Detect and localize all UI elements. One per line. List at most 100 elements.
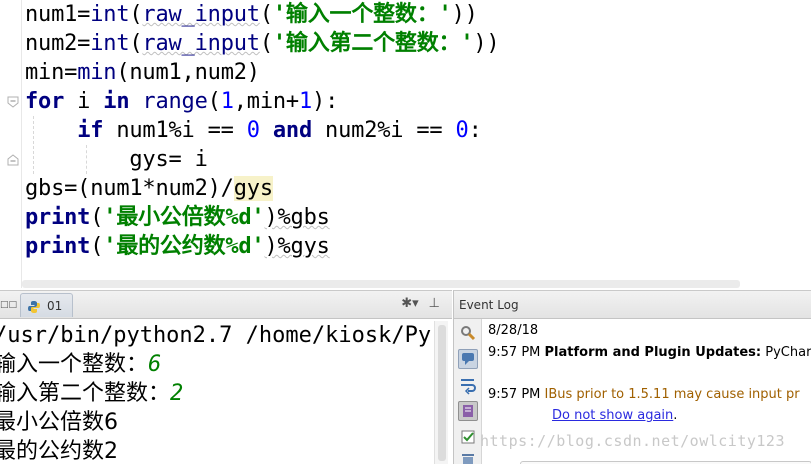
code-token: ): bbox=[312, 89, 339, 114]
code-token: 0 bbox=[246, 118, 260, 143]
code-token: i bbox=[64, 89, 104, 114]
run-tab-01[interactable]: 01 bbox=[20, 293, 74, 317]
code-editor[interactable]: num1=int(raw_input('输入一个整数：')) num2=int(r… bbox=[0, 0, 811, 288]
console-vertical-scrollbar[interactable] bbox=[434, 321, 448, 464]
code-token: if bbox=[77, 118, 104, 143]
mark-read-icon[interactable] bbox=[458, 427, 478, 447]
event-time: 9:57 PM bbox=[488, 387, 541, 402]
layout-icon[interactable]: □□ bbox=[0, 300, 17, 310]
code-token: num1= bbox=[25, 2, 91, 27]
code-token: )) bbox=[473, 31, 500, 56]
console-prompt: 输入一个整数： bbox=[0, 352, 149, 377]
code-token: '最的公约数%d' bbox=[103, 234, 265, 259]
settings-wrench-icon[interactable] bbox=[458, 323, 478, 343]
event-log-header: Event Log bbox=[454, 291, 811, 319]
code-token: print bbox=[25, 205, 91, 230]
event-log-toolbar bbox=[454, 319, 482, 464]
do-not-show-again-link[interactable]: Do not show again bbox=[552, 408, 673, 423]
console-user-input: 6 bbox=[148, 352, 162, 377]
speech-bubble-icon[interactable] bbox=[458, 349, 478, 369]
code-token: num2= bbox=[25, 31, 91, 56]
code-line[interactable]: num2=int(raw_input('输入第二个整数：')) bbox=[25, 29, 811, 58]
code-line[interactable]: num1=int(raw_input('输入一个整数：')) bbox=[25, 0, 811, 29]
event-title-text: Platform and Plugin Updates: bbox=[544, 345, 762, 360]
editor-gutter bbox=[0, 0, 22, 288]
code-token: '输入一个整数：' bbox=[272, 2, 452, 27]
code-line[interactable]: if num1%i == 0 and num2%i == 0: bbox=[25, 116, 811, 145]
event-time: 9:57 PM bbox=[488, 345, 541, 360]
console-line: 输入第二个整数：2 bbox=[0, 379, 440, 408]
code-line[interactable]: for i in range(1,min+1): bbox=[25, 87, 811, 116]
code-token: )%gys bbox=[264, 234, 330, 259]
code-token: print bbox=[25, 234, 91, 259]
watermark-text: https://blog.csdn.net/owlcity123 bbox=[480, 432, 785, 450]
run-toolbar: ✱▾ ⊥ bbox=[401, 296, 440, 311]
code-token: num2%i == bbox=[312, 118, 456, 143]
code-token: raw_input bbox=[142, 2, 260, 27]
settings-gear-icon[interactable]: ✱▾ bbox=[401, 296, 418, 311]
editor-horizontal-scrollbar[interactable] bbox=[22, 280, 740, 288]
code-token: ( bbox=[129, 2, 143, 27]
code-token: ( bbox=[259, 31, 273, 56]
code-line[interactable]: min=min(num1,num2) bbox=[25, 58, 811, 87]
code-token: range bbox=[142, 89, 208, 114]
code-token: and bbox=[272, 118, 313, 143]
console-output-line: 最的公约数2 bbox=[0, 437, 440, 464]
event-entry-link-row: Do not show again. bbox=[552, 408, 677, 423]
code-token: : bbox=[468, 118, 482, 143]
code-line[interactable]: gbs=(num1*num2)/gys bbox=[25, 174, 811, 203]
console-command-line: /usr/bin/python2.7 /home/kiosk/Py bbox=[0, 323, 432, 348]
code-token: for bbox=[25, 89, 65, 114]
code-line[interactable]: print('最的公约数%d')%gys bbox=[25, 232, 811, 261]
console-output-text: 最的公约数2 bbox=[0, 439, 118, 464]
code-token: min bbox=[77, 60, 117, 85]
code-token: ( bbox=[207, 89, 221, 114]
console-output-text: 最小公倍数6 bbox=[0, 410, 118, 435]
code-token: int bbox=[90, 31, 130, 56]
code-token: )) bbox=[451, 2, 478, 27]
code-token: raw_input bbox=[142, 31, 260, 56]
code-token: '输入第二个整数：' bbox=[272, 31, 474, 56]
trash-icon[interactable] bbox=[458, 451, 478, 464]
run-panel-header: □□ 01 ✱▾ ⊥ bbox=[0, 291, 452, 319]
pin-icon[interactable]: ⊥ bbox=[429, 296, 440, 311]
code-line[interactable]: gys= i bbox=[25, 145, 811, 174]
event-warning-text: IBus prior to 1.5.11 may cause input pr bbox=[544, 387, 800, 402]
code-token: (num1,num2) bbox=[116, 60, 260, 85]
code-token: in bbox=[103, 89, 130, 114]
run-console-output[interactable]: /usr/bin/python2.7 /home/kiosk/Py 输入一个整数… bbox=[0, 321, 440, 464]
wrap-lines-icon[interactable] bbox=[458, 375, 478, 395]
code-token: 0 bbox=[455, 118, 469, 143]
code-token: ( bbox=[259, 2, 273, 27]
code-token: ( bbox=[90, 234, 104, 259]
code-token: )%gbs bbox=[264, 205, 330, 230]
console-output-line: 最小公倍数6 bbox=[0, 408, 440, 437]
code-area[interactable]: num1=int(raw_input('输入一个整数：')) num2=int(r… bbox=[25, 0, 811, 261]
console-line: 输入一个整数：6 bbox=[0, 350, 440, 379]
code-token: 1 bbox=[220, 89, 234, 114]
code-token: gys bbox=[233, 176, 273, 201]
code-token: ( bbox=[129, 31, 143, 56]
python-icon bbox=[27, 299, 41, 313]
code-token: 1 bbox=[298, 89, 313, 114]
event-entry: 9:57 PM IBus prior to 1.5.11 may cause i… bbox=[488, 387, 800, 402]
console-user-input: 2 bbox=[170, 381, 184, 406]
fold-end-icon[interactable] bbox=[7, 154, 19, 166]
code-token: '最小公倍数%d' bbox=[103, 205, 265, 230]
event-text: . bbox=[673, 408, 678, 423]
run-panel: □□ 01 ✱▾ ⊥ /usr/bin/python2.7 /home/kios… bbox=[0, 290, 452, 464]
code-line[interactable]: print('最小公倍数%d')%gbs bbox=[25, 203, 811, 232]
code-token: int bbox=[90, 2, 130, 27]
code-token: num1%i == bbox=[103, 118, 247, 143]
event-entry: 9:57 PM Platform and Plugin Updates: PyC… bbox=[488, 345, 811, 360]
event-text: PyCharm bbox=[765, 345, 811, 360]
fold-start-icon[interactable] bbox=[7, 96, 19, 108]
code-token: gys= i bbox=[25, 147, 208, 172]
code-token: ,min+ bbox=[233, 89, 299, 114]
event-date: 8/28/18 bbox=[488, 323, 539, 338]
run-tab-label: 01 bbox=[47, 298, 63, 313]
scroll-to-end-icon[interactable] bbox=[458, 401, 478, 421]
